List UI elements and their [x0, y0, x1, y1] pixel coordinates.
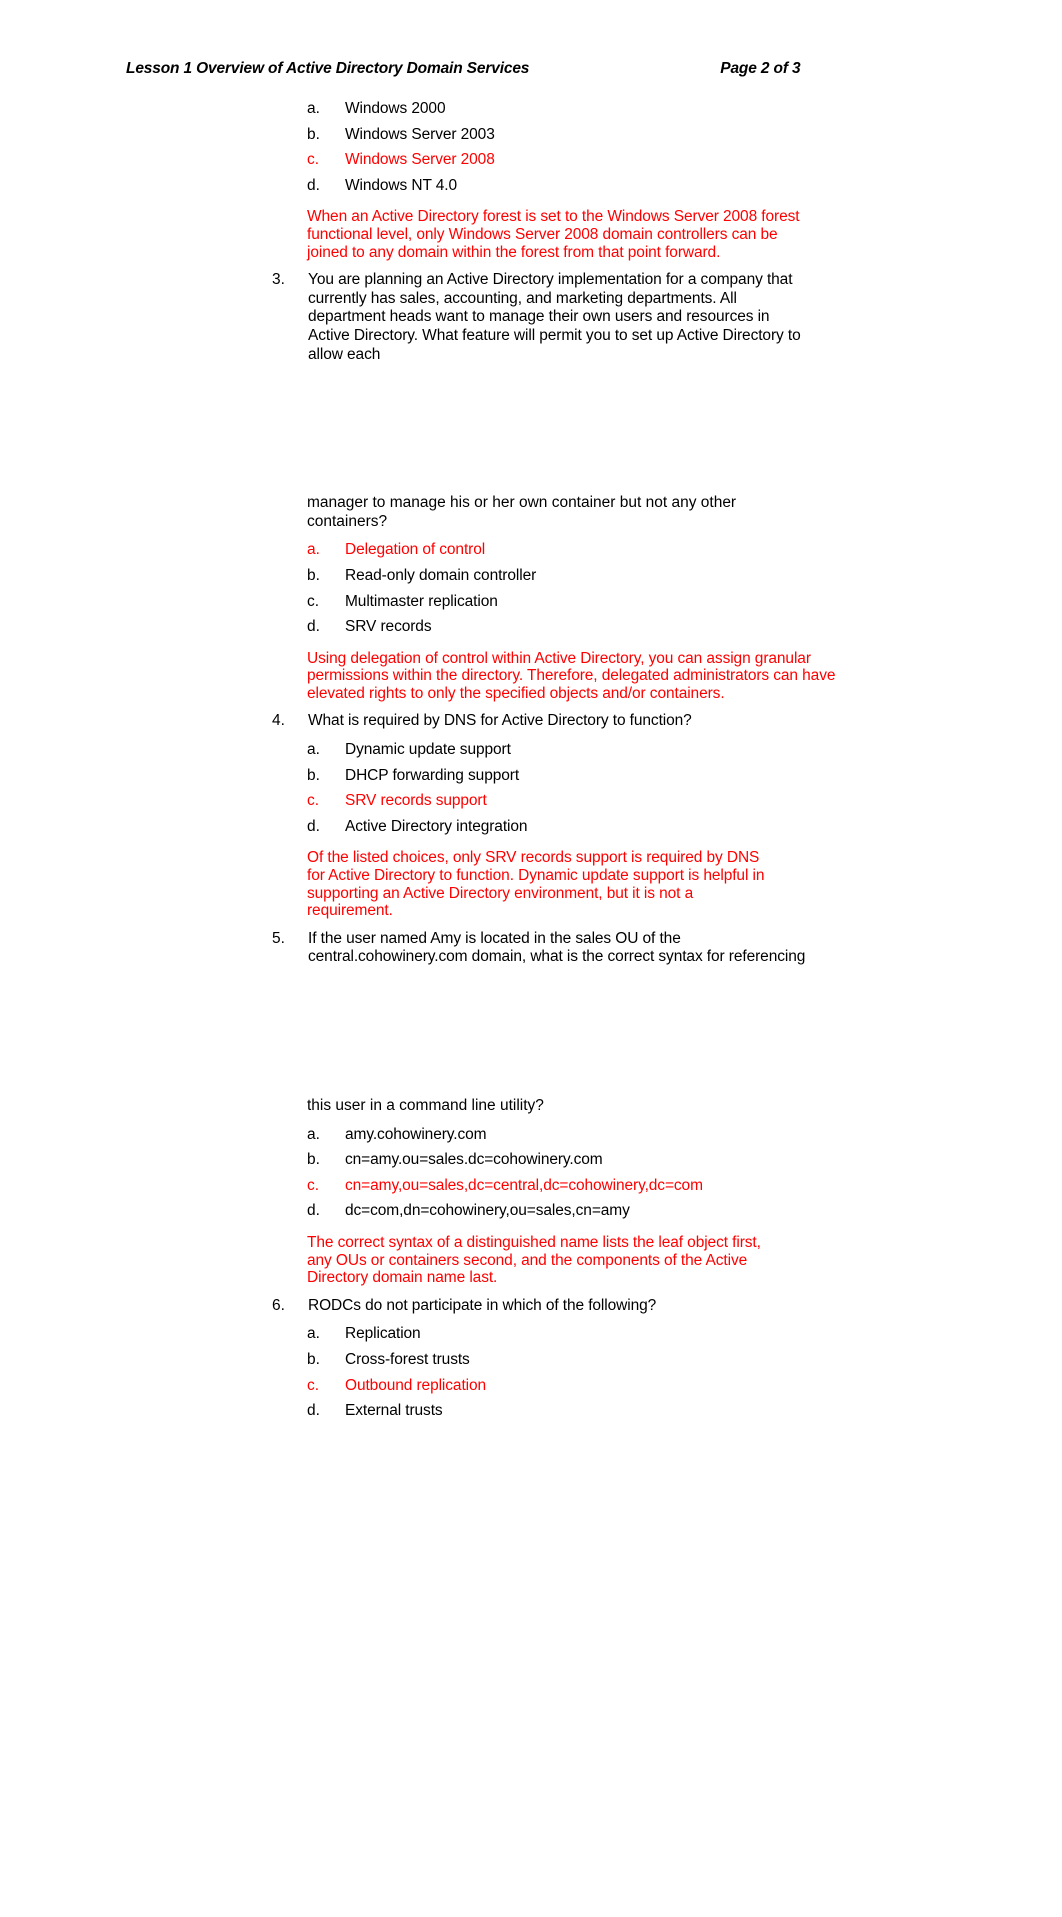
question-text: If the user named Amy is located in the …: [308, 929, 806, 966]
answer-choice[interactable]: b. Read-only domain controller: [307, 567, 1062, 586]
answer-letter: d.: [307, 1402, 320, 1420]
answer-choice-correct[interactable]: c. Outbound replication: [307, 1377, 1062, 1396]
answer-letter: c.: [307, 592, 320, 610]
answer-text: cn=amy,ou=sales,dc=central,dc=cohowinery…: [345, 1176, 703, 1194]
question-4: 4. What is required by DNS for Active Di…: [272, 712, 1062, 731]
answer-letter: a.: [307, 1325, 320, 1343]
answer-choice-correct[interactable]: c. SRV records support: [307, 792, 1062, 811]
answer-choice[interactable]: b. cn=amy.ou=sales.dc=cohowinery.com: [307, 1151, 1062, 1170]
answer-letter: b.: [307, 566, 320, 584]
question-2-explanation: When an Active Directory forest is set t…: [307, 208, 800, 261]
answer-letter: c.: [307, 1376, 320, 1394]
answer-text: dc=com,dn=cohowinery,ou=sales,cn=amy: [345, 1202, 630, 1220]
answer-text: Active Directory integration: [345, 817, 528, 835]
answer-text: External trusts: [345, 1402, 443, 1420]
answer-text: Windows Server 2003: [345, 125, 495, 143]
answer-choice[interactable]: b. Cross-forest trusts: [307, 1351, 1062, 1370]
answer-letter: c.: [307, 792, 320, 810]
answer-letter: b.: [307, 125, 320, 143]
document-header: Lesson 1 Overview of Active Directory Do…: [126, 60, 936, 78]
answer-text: Delegation of control: [345, 541, 486, 559]
answer-letter: d.: [307, 817, 320, 835]
answer-choice-correct[interactable]: c. cn=amy,ou=sales,dc=central,dc=cohowin…: [307, 1177, 1062, 1196]
answer-letter: d.: [307, 1202, 320, 1220]
answer-choice[interactable]: a. Windows 2000: [307, 100, 1062, 119]
answer-text: Replication: [345, 1325, 421, 1343]
question-number: 5.: [272, 929, 285, 947]
answer-text: Windows Server 2008: [345, 151, 495, 169]
answer-choice[interactable]: a. Dynamic update support: [307, 741, 1062, 760]
answer-text: Read-only domain controller: [345, 566, 537, 584]
answer-choice[interactable]: b. DHCP forwarding support: [307, 767, 1062, 786]
answer-text: Windows NT 4.0: [345, 176, 458, 194]
question-5-explanation: The correct syntax of a distinguished na…: [307, 1233, 761, 1287]
answer-letter: c.: [307, 1176, 320, 1194]
page-flow-gap: [0, 967, 1062, 1097]
answer-letter: a.: [307, 100, 320, 117]
header-lesson-title: Lesson 1 Overview of Active Directory Do…: [126, 60, 530, 77]
question-5: 5. If the user named Amy is located in t…: [272, 930, 1062, 967]
question-3-continuation: manager to manage his or her own contain…: [307, 494, 737, 530]
answer-text: Dynamic update support: [345, 741, 511, 759]
answer-letter: b.: [307, 1151, 320, 1169]
answer-letter: a.: [307, 741, 320, 759]
answer-letter: b.: [307, 766, 320, 784]
answer-choice[interactable]: d. dc=com,dn=cohowinery,ou=sales,cn=amy: [307, 1202, 1062, 1221]
question-4-explanation: Of the listed choices, only SRV records …: [307, 849, 765, 920]
question-6-choices: a. Replication b. Cross-forest trusts c.…: [307, 1325, 1062, 1420]
question-number: 6.: [272, 1296, 285, 1314]
answer-choice[interactable]: d. Windows NT 4.0: [307, 177, 1062, 196]
header-page-number: Page 2 of 3: [720, 60, 801, 77]
answer-text: Multimaster replication: [345, 592, 498, 610]
question-3-explanation: Using delegation of control within Activ…: [307, 649, 836, 702]
answer-choice[interactable]: a. amy.cohowinery.com: [307, 1126, 1062, 1145]
answer-choice[interactable]: d. External trusts: [307, 1402, 1062, 1421]
answer-text: Cross-forest trusts: [345, 1350, 470, 1368]
document-page: Lesson 1 Overview of Active Directory Do…: [0, 0, 1062, 1917]
question-5-continuation: this user in a command line utility?: [307, 1097, 544, 1114]
answer-letter: d.: [307, 618, 320, 636]
question-text: You are planning an Active Directory imp…: [308, 271, 801, 363]
question-text: What is required by DNS for Active Direc…: [308, 712, 692, 730]
answer-letter: a.: [307, 1125, 320, 1143]
document-body: a. Windows 2000 b. Windows Server 2003 c…: [0, 100, 1062, 1428]
answer-text: Windows 2000: [345, 100, 446, 117]
answer-choice[interactable]: d. SRV records: [307, 618, 1062, 637]
answer-choice[interactable]: d. Active Directory integration: [307, 818, 1062, 837]
question-number: 3.: [272, 271, 285, 289]
answer-letter: d.: [307, 176, 320, 194]
answer-choice[interactable]: c. Multimaster replication: [307, 593, 1062, 612]
answer-choice[interactable]: b. Windows Server 2003: [307, 126, 1062, 145]
answer-text: SRV records support: [345, 792, 487, 810]
question-number: 4.: [272, 712, 285, 730]
answer-letter: c.: [307, 151, 320, 169]
answer-text: Outbound replication: [345, 1376, 487, 1394]
page-flow-gap: [0, 364, 1062, 494]
answer-text: DHCP forwarding support: [345, 766, 520, 784]
answer-text: amy.cohowinery.com: [345, 1125, 487, 1143]
answer-text: SRV records: [345, 618, 432, 636]
question-5-choices: a. amy.cohowinery.com b. cn=amy.ou=sales…: [307, 1126, 1062, 1221]
answer-letter: b.: [307, 1350, 320, 1368]
answer-choice[interactable]: a. Replication: [307, 1325, 1062, 1344]
question-2-choices: a. Windows 2000 b. Windows Server 2003 c…: [307, 100, 1062, 195]
question-text: RODCs do not participate in which of the…: [308, 1296, 657, 1314]
answer-letter: a.: [307, 541, 320, 559]
answer-text: cn=amy.ou=sales.dc=cohowinery.com: [345, 1151, 603, 1169]
answer-choice-correct[interactable]: a. Delegation of control: [307, 541, 1062, 560]
question-4-choices: a. Dynamic update support b. DHCP forwar…: [307, 741, 1062, 836]
question-3-choices: a. Delegation of control b. Read-only do…: [307, 541, 1062, 636]
question-3: 3. You are planning an Active Directory …: [272, 271, 1062, 364]
question-6: 6. RODCs do not participate in which of …: [272, 1297, 1062, 1316]
answer-choice-correct[interactable]: c. Windows Server 2008: [307, 151, 1062, 170]
